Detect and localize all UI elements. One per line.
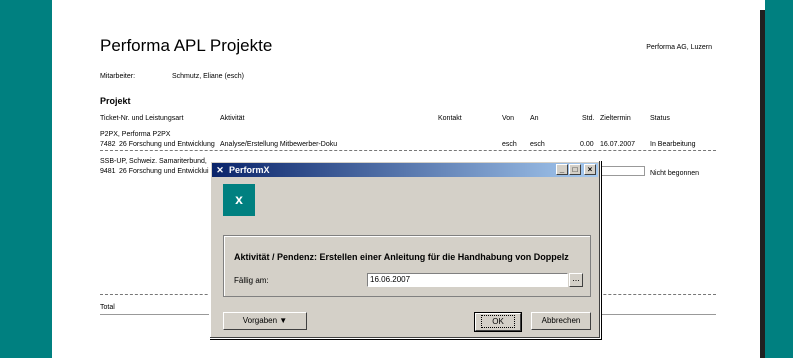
report-title: Performa APL Projekte bbox=[100, 36, 273, 55]
page-shadow bbox=[760, 10, 765, 358]
due-date-label: Fällig am: bbox=[234, 276, 269, 285]
from: esch bbox=[502, 141, 517, 148]
ticket-number: 7482 bbox=[100, 141, 116, 148]
cancel-button[interactable]: Abbrechen bbox=[531, 312, 591, 330]
performx-dialog: ✕ PerformX _ □ × x Aktivität / Pendenz: … bbox=[209, 160, 601, 339]
section-heading: Projekt bbox=[100, 96, 131, 106]
service-code: 26 Forschung und Entwicklung bbox=[119, 141, 215, 148]
ok-button[interactable]: OK bbox=[474, 312, 522, 332]
ticket-number: 9481 bbox=[100, 168, 116, 175]
activity-text: Aktivität / Pendenz: Erstellen einer Anl… bbox=[234, 252, 569, 262]
company-name: Performa AG, Luzern bbox=[646, 44, 712, 51]
dialog-title: PerformX bbox=[229, 165, 270, 175]
hours: 0.00 bbox=[580, 141, 594, 148]
minimize-button[interactable]: _ bbox=[556, 164, 568, 175]
vorgaben-button[interactable]: Vorgaben ▼ bbox=[223, 312, 307, 330]
status: In Bearbeitung bbox=[650, 141, 696, 148]
column-header: Zieltermin bbox=[600, 115, 631, 122]
row-divider bbox=[100, 150, 716, 151]
total-label: Total bbox=[100, 304, 115, 311]
employee-label: Mitarbeiter: bbox=[100, 73, 136, 80]
desktop-background-right bbox=[765, 0, 793, 358]
service-code: 26 Forschung und Entwicklui bbox=[119, 168, 209, 175]
due-date-input[interactable]: 16.06.2007 bbox=[367, 273, 568, 287]
dropdown-arrow-icon: ▼ bbox=[279, 316, 288, 325]
column-header: An bbox=[530, 115, 539, 122]
window-top-strip bbox=[0, 0, 793, 10]
column-header: Std. bbox=[582, 115, 595, 122]
column-header: Ticket-Nr. und Leistungsart bbox=[100, 115, 184, 122]
status: Nicht begonnen bbox=[650, 170, 700, 177]
activity: Analyse/Erstellung Mitbewerber-Doku bbox=[220, 141, 338, 148]
dialog-titlebar[interactable]: ✕ PerformX _ □ × bbox=[212, 163, 598, 177]
to: esch bbox=[530, 141, 545, 148]
desktop-background-left bbox=[0, 0, 52, 358]
date-cell bbox=[601, 166, 645, 176]
performx-logo-icon: x bbox=[223, 184, 255, 216]
column-header: Aktivität bbox=[220, 115, 245, 122]
date-picker-button[interactable]: ... bbox=[569, 273, 583, 287]
group-name: P2PX, Performa P2PX bbox=[100, 131, 171, 138]
column-header: Von bbox=[502, 115, 515, 122]
column-header: Kontakt bbox=[438, 115, 462, 122]
task-group-box: Aktivität / Pendenz: Erstellen einer Anl… bbox=[223, 235, 591, 297]
target-date: 16.07.2007 bbox=[600, 141, 636, 148]
close-button[interactable]: × bbox=[584, 164, 596, 175]
group-name: SSB-UP, Schweiz. Samariterbund, bbox=[100, 158, 207, 165]
ok-label: OK bbox=[481, 315, 515, 328]
vorgaben-label: Vorgaben bbox=[242, 316, 278, 325]
column-header: Status bbox=[650, 115, 670, 122]
maximize-button[interactable]: □ bbox=[569, 164, 581, 175]
employee-value: Schmutz, Eliane (esch) bbox=[172, 73, 244, 80]
app-icon: ✕ bbox=[216, 165, 224, 175]
